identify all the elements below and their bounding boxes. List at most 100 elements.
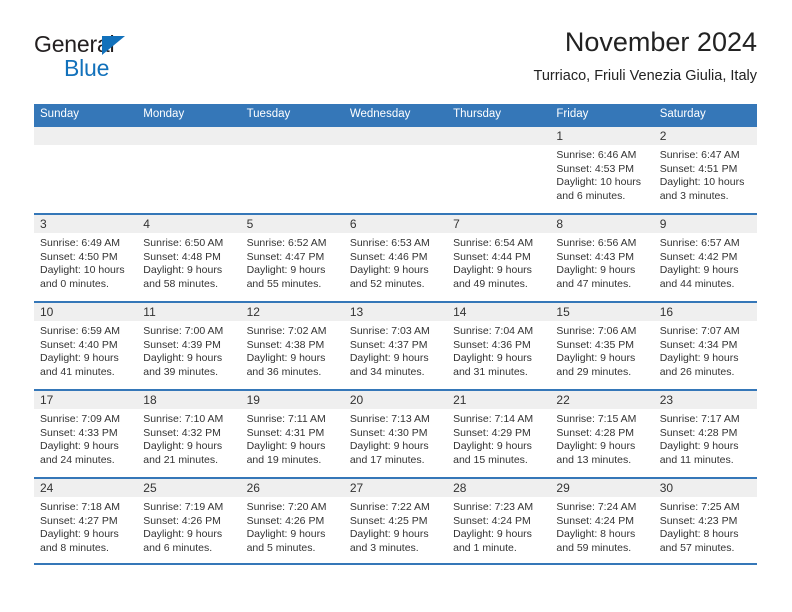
sunset-text: Sunset: 4:28 PM [556,426,635,439]
sunset-text: Sunset: 4:30 PM [349,426,428,439]
day-details: Sunrise: 7:06 AM Sunset: 4:35 PM Dayligh… [550,321,653,379]
day-number: 25 [137,479,241,497]
sunrise-text: Sunrise: 7:03 AM [349,325,430,337]
day-details: Sunrise: 7:23 AM Sunset: 4:24 PM Dayligh… [447,497,550,555]
daylight-text: Daylight: 8 hours [659,528,739,541]
daylight-text: Daylight: 10 hours [556,176,642,189]
day-cell[interactable]: 4 Sunrise: 6:50 AM Sunset: 4:48 PM Dayli… [137,215,241,301]
day-cell[interactable]: 6 Sunrise: 6:53 AM Sunset: 4:46 PM Dayli… [343,215,448,301]
weekday-thursday: Thursday [453,108,502,120]
sunrise-text: Sunrise: 7:24 AM [556,501,637,513]
day-cell[interactable] [343,127,448,213]
day-cell[interactable]: 22 Sunrise: 7:15 AM Sunset: 4:28 PM Dayl… [550,391,654,477]
sunrise-text: Sunrise: 6:59 AM [40,325,120,337]
day-cell[interactable]: 21 Sunrise: 7:14 AM Sunset: 4:29 PM Dayl… [447,391,551,477]
daylight-text-cont: and 31 minutes. [453,365,528,378]
day-cell[interactable] [137,127,241,213]
day-cell[interactable]: 10 Sunrise: 6:59 AM Sunset: 4:40 PM Dayl… [34,303,138,389]
daylight-text: Daylight: 9 hours [40,352,119,365]
daylight-text: Daylight: 9 hours [246,440,326,453]
day-details: Sunrise: 7:02 AM Sunset: 4:38 PM Dayligh… [241,321,344,379]
day-number: 8 [550,215,654,233]
day-details: Sunrise: 6:56 AM Sunset: 4:43 PM Dayligh… [550,233,653,291]
weekday-friday: Friday [556,108,589,120]
day-cell[interactable] [34,127,138,213]
day-details: Sunrise: 7:07 AM Sunset: 4:34 PM Dayligh… [654,321,757,379]
sunset-text: Sunset: 4:50 PM [40,250,118,263]
day-cell[interactable]: 2 Sunrise: 6:47 AM Sunset: 4:51 PM Dayli… [653,127,757,213]
day-cell[interactable]: 23 Sunrise: 7:17 AM Sunset: 4:28 PM Dayl… [653,391,757,477]
daylight-text: Daylight: 9 hours [453,264,532,277]
sunrise-text: Sunrise: 7:06 AM [556,325,637,337]
day-cell[interactable]: 13 Sunrise: 7:03 AM Sunset: 4:37 PM Dayl… [343,303,448,389]
day-cell[interactable]: 12 Sunrise: 7:02 AM Sunset: 4:38 PM Dayl… [240,303,344,389]
sunrise-text: Sunrise: 7:14 AM [453,413,534,425]
sunset-text: Sunset: 4:40 PM [40,338,118,351]
day-number: 6 [343,215,448,233]
day-cell[interactable]: 27 Sunrise: 7:22 AM Sunset: 4:25 PM Dayl… [343,479,448,563]
day-cell[interactable]: 17 Sunrise: 7:09 AM Sunset: 4:33 PM Dayl… [34,391,138,477]
day-details: Sunrise: 7:10 AM Sunset: 4:32 PM Dayligh… [137,409,240,467]
day-details: Sunrise: 7:09 AM Sunset: 4:33 PM Dayligh… [34,409,137,467]
sunset-text: Sunset: 4:36 PM [453,338,531,351]
day-details: Sunrise: 7:14 AM Sunset: 4:29 PM Dayligh… [447,409,550,467]
day-cell[interactable]: 25 Sunrise: 7:19 AM Sunset: 4:26 PM Dayl… [137,479,241,563]
daylight-text-cont: and 3 minutes. [349,541,419,554]
daylight-text: Daylight: 9 hours [349,440,429,453]
day-cell[interactable]: 1 Sunrise: 6:46 AM Sunset: 4:53 PM Dayli… [550,127,654,213]
day-cell[interactable]: 7 Sunrise: 6:54 AM Sunset: 4:44 PM Dayli… [447,215,551,301]
calendar-page: General Blue November 2024 Turriaco, Fri… [0,0,792,612]
daylight-text: Daylight: 8 hours [556,528,636,541]
day-number: 27 [343,479,448,497]
general-blue-logo[interactable]: General Blue [34,32,264,88]
weekday-sunday: Sunday [40,108,80,120]
day-number [447,127,551,145]
day-cell[interactable]: 20 Sunrise: 7:13 AM Sunset: 4:30 PM Dayl… [343,391,448,477]
sunset-text: Sunset: 4:46 PM [349,250,428,263]
day-details: Sunrise: 6:50 AM Sunset: 4:48 PM Dayligh… [137,233,240,291]
weekday-wednesday: Wednesday [349,108,411,120]
week-row: 17 Sunrise: 7:09 AM Sunset: 4:33 PM Dayl… [34,389,757,477]
sunset-text: Sunset: 4:25 PM [349,514,428,527]
day-cell[interactable]: 9 Sunrise: 6:57 AM Sunset: 4:42 PM Dayli… [653,215,757,301]
day-cell[interactable] [240,127,344,213]
day-cell[interactable]: 14 Sunrise: 7:04 AM Sunset: 4:36 PM Dayl… [447,303,551,389]
day-cell[interactable]: 19 Sunrise: 7:11 AM Sunset: 4:31 PM Dayl… [240,391,344,477]
day-number: 9 [653,215,757,233]
day-cell[interactable]: 16 Sunrise: 7:07 AM Sunset: 4:34 PM Dayl… [653,303,757,389]
daylight-text-cont: and 13 minutes. [556,453,632,466]
day-cell[interactable]: 24 Sunrise: 7:18 AM Sunset: 4:27 PM Dayl… [34,479,138,563]
day-cell[interactable]: 8 Sunrise: 6:56 AM Sunset: 4:43 PM Dayli… [550,215,654,301]
sunset-text: Sunset: 4:42 PM [659,250,738,263]
day-cell[interactable]: 26 Sunrise: 7:20 AM Sunset: 4:26 PM Dayl… [240,479,344,563]
day-cell[interactable]: 3 Sunrise: 6:49 AM Sunset: 4:50 PM Dayli… [34,215,138,301]
sunset-text: Sunset: 4:53 PM [556,162,635,175]
day-cell[interactable]: 11 Sunrise: 7:00 AM Sunset: 4:39 PM Dayl… [137,303,241,389]
daylight-text: Daylight: 9 hours [246,352,326,365]
sunrise-text: Sunrise: 6:57 AM [659,237,740,249]
weekday-tuesday: Tuesday [246,108,291,120]
daylight-text-cont: and 17 minutes. [349,453,425,466]
day-cell[interactable]: 29 Sunrise: 7:24 AM Sunset: 4:24 PM Dayl… [550,479,654,563]
day-cell[interactable]: 30 Sunrise: 7:25 AM Sunset: 4:23 PM Dayl… [653,479,757,563]
daylight-text: Daylight: 9 hours [453,352,532,365]
day-cell[interactable]: 28 Sunrise: 7:23 AM Sunset: 4:24 PM Dayl… [447,479,551,563]
day-cell[interactable]: 18 Sunrise: 7:10 AM Sunset: 4:32 PM Dayl… [137,391,241,477]
day-details: Sunrise: 6:54 AM Sunset: 4:44 PM Dayligh… [447,233,550,291]
day-cell[interactable]: 15 Sunrise: 7:06 AM Sunset: 4:35 PM Dayl… [550,303,654,389]
week-row: 24 Sunrise: 7:18 AM Sunset: 4:27 PM Dayl… [34,477,757,565]
sunrise-text: Sunrise: 7:19 AM [143,501,224,513]
day-number: 5 [240,215,344,233]
daylight-text-cont: and 36 minutes. [246,365,322,378]
sunrise-text: Sunrise: 6:54 AM [453,237,534,249]
daylight-text-cont: and 21 minutes. [143,453,218,466]
daylight-text: Daylight: 9 hours [143,528,223,541]
day-details: Sunrise: 7:15 AM Sunset: 4:28 PM Dayligh… [550,409,653,467]
day-details [344,145,447,149]
day-cell[interactable]: 5 Sunrise: 6:52 AM Sunset: 4:47 PM Dayli… [240,215,344,301]
day-cell[interactable] [447,127,551,213]
day-number: 16 [653,303,757,321]
day-number: 24 [34,479,138,497]
daylight-text-cont: and 24 minutes. [40,453,115,466]
sunrise-text: Sunrise: 6:47 AM [659,149,740,161]
